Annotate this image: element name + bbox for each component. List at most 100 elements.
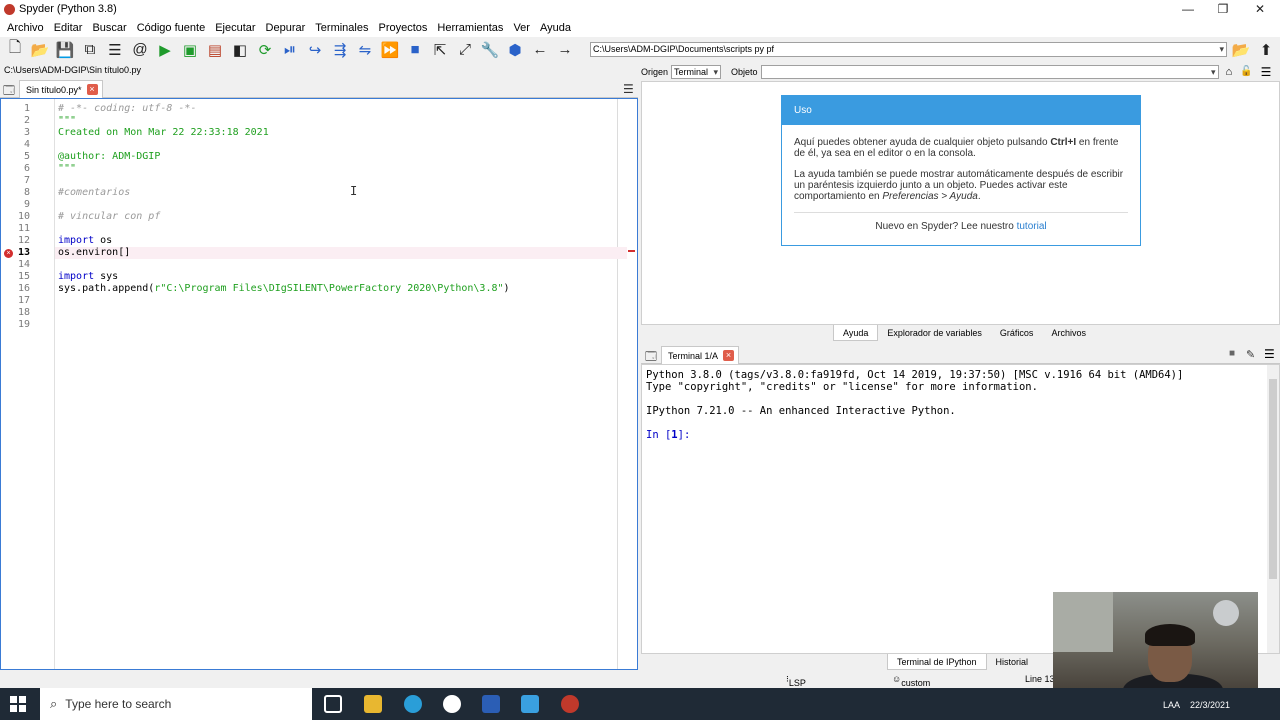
line-number: 10 [17, 211, 30, 222]
tab-archivos[interactable]: Archivos [1042, 325, 1095, 341]
code-line[interactable]: # -*- coding: utf-8 -*- [55, 103, 627, 115]
debug-icon[interactable]: ⏯ [279, 39, 301, 61]
run-cell-icon[interactable]: ▣ [179, 39, 201, 61]
stop-icon[interactable]: ■ [404, 39, 426, 61]
word-icon[interactable] [482, 695, 500, 713]
console-scrollbar[interactable] [1267, 365, 1279, 653]
close-tab-icon[interactable]: × [723, 350, 735, 361]
at-icon[interactable]: @ [129, 39, 151, 61]
origin-combo[interactable]: Terminal ▾ [671, 64, 722, 79]
code-line[interactable]: os.environ[] [55, 247, 627, 259]
editor-scrollbar[interactable] [627, 99, 637, 669]
tab-explorador-de-variables[interactable]: Explorador de variables [878, 325, 991, 341]
scrollbar-thumb[interactable] [1269, 379, 1277, 579]
code-line[interactable]: import os [55, 235, 627, 247]
menu-archivo[interactable]: Archivo [2, 22, 49, 34]
python-path-icon[interactable]: ⬢ [504, 39, 526, 61]
menu-herramientas[interactable]: Herramientas [432, 22, 508, 34]
forward-arrow-icon[interactable]: → [554, 39, 576, 61]
maximize-icon[interactable]: ❐ [1205, 0, 1241, 18]
home-icon[interactable]: ⌂ [1226, 66, 1233, 78]
spyder-taskbar-icon[interactable] [561, 695, 579, 713]
code-line[interactable] [55, 223, 627, 235]
fullscreen-icon[interactable]: ⤢ [454, 39, 476, 61]
tab-terminal-1a[interactable]: Terminal 1/A × [661, 346, 740, 364]
menu-depurar[interactable]: Depurar [261, 22, 311, 34]
browse-folder-icon[interactable]: 📂 [1230, 39, 1252, 61]
chevron-down-icon[interactable]: ▾ [1211, 66, 1216, 78]
menu-proyectos[interactable]: Proyectos [373, 22, 432, 34]
close-icon[interactable]: ✕ [1242, 0, 1278, 18]
step-return-icon[interactable]: ⇋ [354, 39, 376, 61]
tab-ayuda[interactable]: Ayuda [833, 325, 879, 341]
continue-icon[interactable]: ⏩ [379, 39, 401, 61]
code-line[interactable] [55, 199, 627, 211]
task-view-icon[interactable] [324, 695, 342, 713]
menu-ayuda[interactable]: Ayuda [535, 22, 576, 34]
tab-historial[interactable]: Historial [987, 654, 1038, 670]
tutorial-link[interactable]: tutorial [1017, 221, 1047, 232]
minimize-icon[interactable]: — [1170, 0, 1206, 18]
chevron-down-icon[interactable]: ▾ [713, 66, 718, 78]
outline-list-icon[interactable]: ☰ [104, 39, 126, 61]
back-arrow-icon[interactable]: ← [529, 39, 551, 61]
run-selection-icon[interactable]: ◧ [229, 39, 251, 61]
code-line[interactable]: @author: ADM-DGIP [55, 151, 627, 163]
record-app-icon[interactable] [443, 695, 461, 713]
close-tab-icon[interactable]: × [86, 84, 98, 95]
code-area[interactable]: # -*- coding: utf-8 -*- """ Created on Mon… [55, 99, 627, 669]
edge-browser-icon[interactable] [404, 695, 422, 713]
stop-kernel-icon[interactable]: ■ [1229, 348, 1235, 359]
tab-sin-titulo0[interactable]: Sin título0.py* × [19, 80, 103, 98]
menu-ejecutar[interactable]: Ejecutar [210, 22, 260, 34]
code-line[interactable] [55, 295, 627, 307]
taskbar-search-box[interactable]: ⌕ Type here to search [40, 688, 312, 720]
code-line[interactable]: """ [55, 163, 627, 175]
tab-graficos[interactable]: Gráficos [991, 325, 1043, 341]
file-explorer-icon[interactable] [364, 695, 382, 713]
menu-buscar[interactable]: Buscar [87, 22, 131, 34]
console-prompt[interactable]: In [1]: [646, 429, 690, 441]
clear-console-icon[interactable]: ✎ [1246, 348, 1255, 361]
open-file-icon[interactable]: 📂 [29, 39, 51, 61]
code-line[interactable]: Created on Mon Mar 22 22:33:18 2021 [55, 127, 627, 139]
run-cell-advance-icon[interactable]: ▤ [204, 39, 226, 61]
maximize-pane-icon[interactable]: ⇱ [429, 39, 451, 61]
save-all-icon[interactable]: ⧉ [79, 39, 101, 61]
step-icon[interactable]: ↪ [304, 39, 326, 61]
code-line[interactable]: """ [55, 115, 627, 127]
windows-start-icon[interactable] [10, 696, 26, 712]
menu-ver[interactable]: Ver [508, 22, 535, 34]
help-options-icon[interactable]: ☰ [1261, 65, 1272, 79]
code-line[interactable] [55, 319, 627, 331]
code-line[interactable]: # vincular con pf [55, 211, 627, 223]
code-editor[interactable]: 1 2 3 4 5 6 7 8 9 10 11 12 × 13 14 15 16 17 18 19 # -*- cod… [0, 98, 638, 670]
input-language[interactable]: LAA [1163, 700, 1180, 710]
object-combo[interactable]: ▾ [760, 64, 1219, 79]
code-line[interactable]: #comentarios [55, 187, 627, 199]
code-line[interactable] [55, 307, 627, 319]
preferences-wrench-icon[interactable]: 🔧 [479, 39, 501, 61]
working-directory-combo[interactable]: C:\Users\ADM-DGIP\Documents\scripts py p… [590, 42, 1227, 57]
remote-desktop-icon[interactable] [521, 695, 539, 713]
code-line[interactable]: import sys [55, 271, 627, 283]
rerun-icon[interactable]: ⟳ [254, 39, 276, 61]
menu-editar[interactable]: Editar [49, 22, 88, 34]
tab-terminal-de-ipython[interactable]: Terminal de IPython [887, 654, 987, 670]
code-line[interactable] [55, 139, 627, 151]
run-icon[interactable]: ▶ [154, 39, 176, 61]
save-icon[interactable]: 💾 [54, 39, 76, 61]
menu-codigo-fuente[interactable]: Código fuente [132, 22, 211, 34]
editor-options-icon[interactable]: ☰ [623, 82, 634, 96]
lock-icon[interactable]: 🔓 [1240, 66, 1252, 77]
code-line[interactable]: sys.path.append(r"C:\Program Files\DIgSI… [55, 283, 627, 295]
console-options-icon[interactable]: ☰ [1264, 347, 1275, 361]
taskbar-date[interactable]: 22/3/2021 [1190, 700, 1230, 710]
chevron-down-icon[interactable]: ▾ [1219, 43, 1224, 56]
menu-terminales[interactable]: Terminales [310, 22, 373, 34]
step-into-icon[interactable]: ⇶ [329, 39, 351, 61]
code-line[interactable] [55, 175, 627, 187]
code-line[interactable] [55, 259, 627, 271]
parent-directory-icon[interactable]: ⬆ [1255, 39, 1277, 61]
new-file-icon[interactable]: 🗋 [4, 39, 26, 61]
